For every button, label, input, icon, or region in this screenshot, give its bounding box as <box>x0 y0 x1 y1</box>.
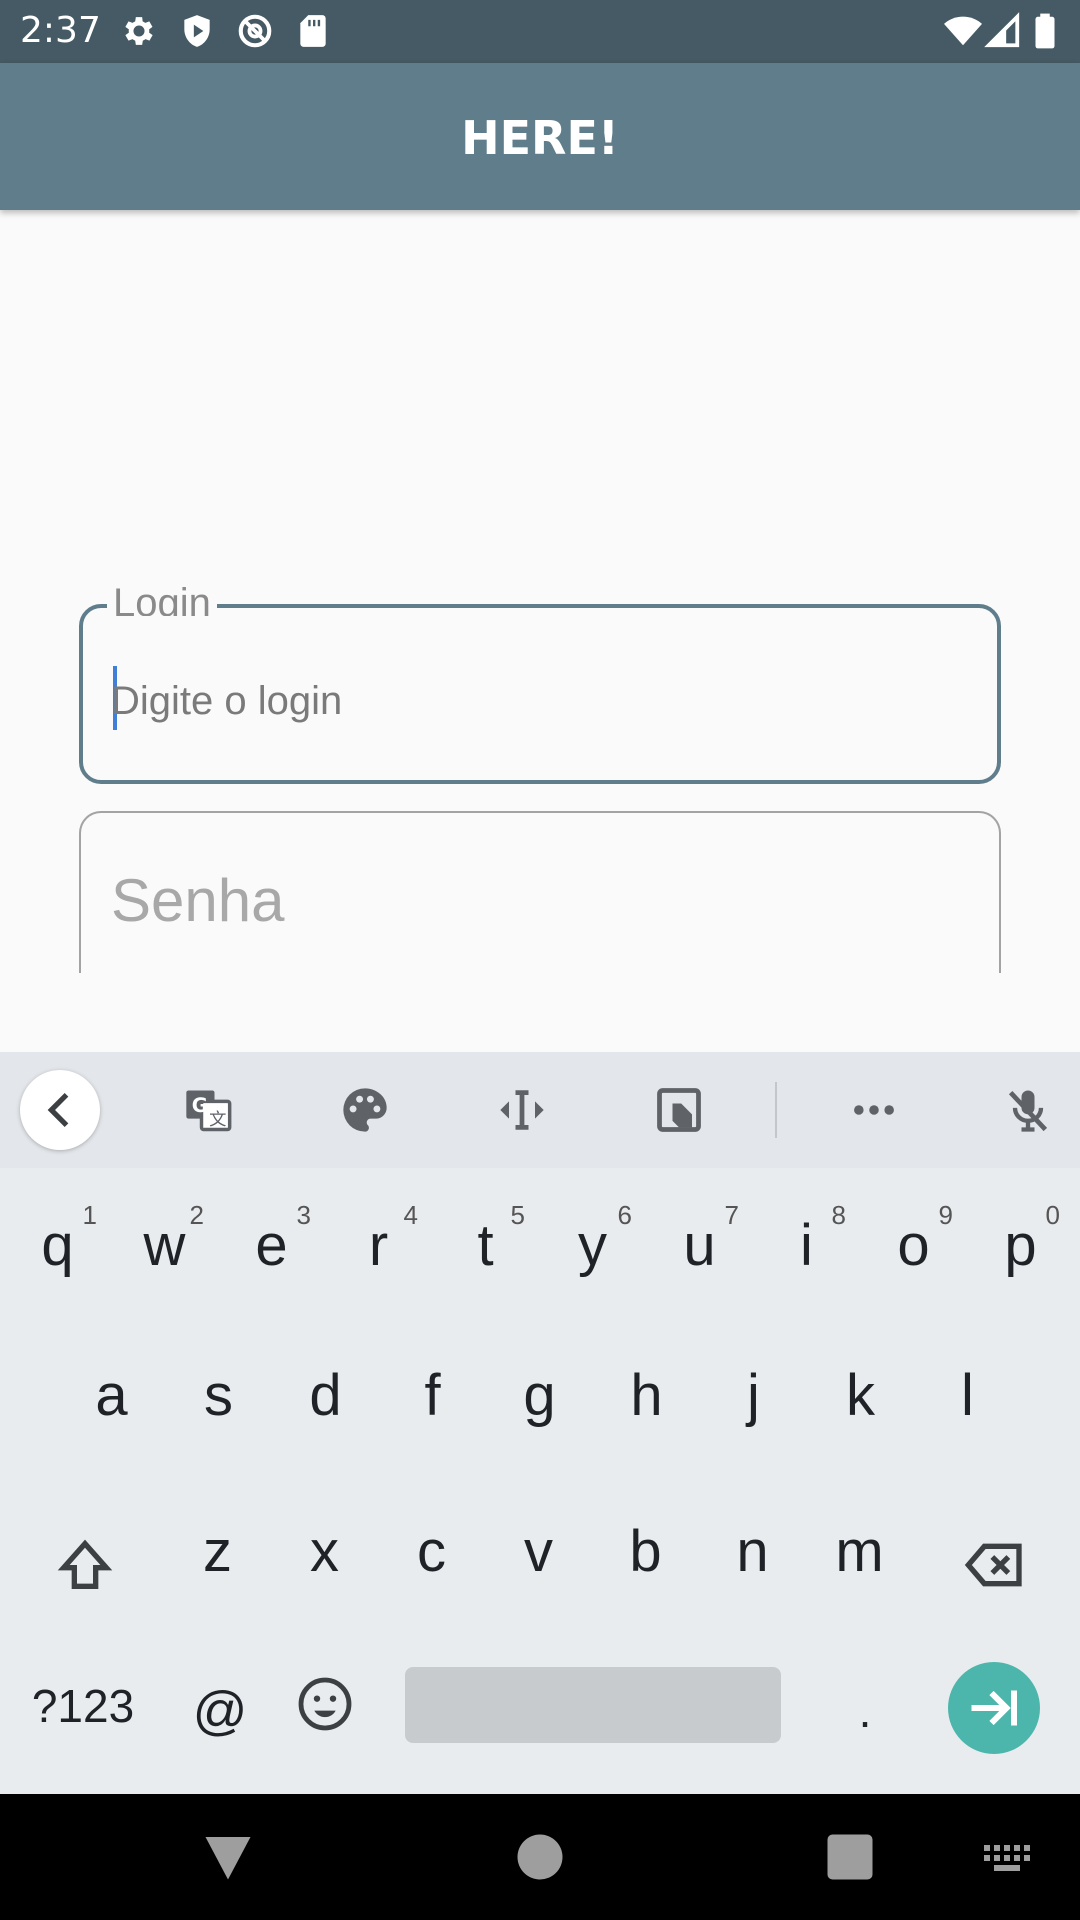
keyboard-switch-icon[interactable] <box>980 1827 1036 1887</box>
key-u[interactable]: 7u <box>646 1174 753 1314</box>
battery-icon <box>1030 12 1060 50</box>
key-n[interactable]: n <box>699 1480 806 1620</box>
key-c[interactable]: c <box>378 1480 485 1620</box>
key-label: b <box>629 1519 662 1584</box>
password-field[interactable]: Senha <box>79 811 1001 981</box>
sd-card-icon <box>294 12 332 50</box>
key-label: o <box>897 1213 930 1278</box>
gear-icon <box>120 12 158 50</box>
more-icon[interactable] <box>836 1072 912 1148</box>
key-i[interactable]: 8i <box>753 1174 860 1314</box>
toolbar-divider <box>775 1082 777 1138</box>
next-key[interactable] <box>948 1662 1040 1754</box>
key-label: p <box>1004 1213 1037 1278</box>
navigation-bar <box>0 1794 1080 1920</box>
svg-text:G: G <box>192 1094 208 1117</box>
soft-keyboard: G文 ?123 @ . 1q2w3e4r5t6y7 u 8 i 9 o 0 p … <box>0 1052 1080 1794</box>
key-label: x <box>310 1519 339 1584</box>
login-label: Login <box>107 580 217 616</box>
key-h[interactable]: h <box>593 1324 700 1464</box>
key-e[interactable]: 3e <box>218 1174 325 1314</box>
key-b[interactable]: b <box>592 1480 699 1620</box>
key-j[interactable]: j <box>700 1324 807 1464</box>
key-y[interactable]: 6y <box>539 1174 646 1314</box>
key-label: a <box>95 1363 128 1428</box>
emoji-key[interactable] <box>290 1664 360 1744</box>
recents-square-icon[interactable] <box>820 1827 880 1887</box>
text-cursor-icon[interactable] <box>484 1072 560 1148</box>
symbols-key[interactable]: ?123 <box>18 1666 148 1746</box>
key-label: d <box>309 1363 342 1428</box>
key-f[interactable]: f <box>379 1324 486 1464</box>
screenshot-icon[interactable] <box>641 1072 717 1148</box>
svg-text:文: 文 <box>209 1110 226 1130</box>
key-label: u <box>683 1213 716 1278</box>
key-x[interactable]: x <box>271 1480 378 1620</box>
login-field[interactable]: Login Digite o login <box>79 580 1001 784</box>
back-triangle-icon[interactable] <box>198 1827 258 1887</box>
key-r[interactable]: 4r <box>325 1174 432 1314</box>
mic-off-icon[interactable] <box>990 1072 1066 1148</box>
key-a[interactable]: a <box>58 1324 165 1464</box>
key-label: h <box>630 1363 663 1428</box>
palette-icon[interactable] <box>327 1072 403 1148</box>
key-label: t <box>477 1213 494 1278</box>
key-label: v <box>524 1519 553 1584</box>
key-label: z <box>203 1519 232 1584</box>
key-label: r <box>368 1213 389 1278</box>
key-label: c <box>417 1519 446 1584</box>
app-bar: HERE! <box>0 63 1080 210</box>
key-label: y <box>578 1213 607 1278</box>
key-label: l <box>961 1363 974 1428</box>
key-label: g <box>523 1363 556 1428</box>
key-m[interactable]: m <box>806 1480 913 1620</box>
key-label: i <box>800 1213 813 1278</box>
key-label: n <box>736 1519 769 1584</box>
key-label: m <box>835 1519 884 1584</box>
key-s[interactable]: s <box>165 1324 272 1464</box>
key-label: e <box>255 1213 288 1278</box>
login-placeholder: Digite o login <box>111 679 343 723</box>
keyboard-toolbar: G文 <box>0 1052 1080 1168</box>
key-o[interactable]: 9o <box>860 1174 967 1314</box>
key-label: k <box>846 1363 875 1428</box>
back-icon[interactable] <box>20 1070 100 1150</box>
at-key[interactable]: @ <box>175 1666 265 1756</box>
key-label: w <box>143 1213 186 1278</box>
key-v[interactable]: v <box>485 1480 592 1620</box>
key-label: s <box>204 1363 233 1428</box>
key-l[interactable]: l <box>914 1324 1021 1464</box>
signal-icon <box>984 12 1022 50</box>
app-title: HERE! <box>461 111 619 165</box>
backspace-key[interactable] <box>950 1520 1040 1610</box>
key-label: j <box>747 1363 760 1428</box>
at-sign-icon <box>236 12 274 50</box>
status-bar: 2:37 <box>0 0 1080 63</box>
key-z[interactable]: z <box>164 1480 271 1620</box>
key-t[interactable]: 5t <box>432 1174 539 1314</box>
key-k[interactable]: k <box>807 1324 914 1464</box>
shield-icon <box>178 12 216 50</box>
period-key[interactable]: . <box>820 1666 910 1756</box>
key-d[interactable]: d <box>272 1324 379 1464</box>
shift-key[interactable] <box>40 1520 130 1610</box>
status-time: 2:37 <box>20 10 101 51</box>
key-p[interactable]: 0p <box>967 1174 1074 1314</box>
scroll-clip <box>0 973 1080 1053</box>
key-q[interactable]: 1q <box>4 1174 111 1314</box>
key-label: q <box>41 1213 74 1278</box>
password-placeholder: Senha <box>111 867 285 934</box>
key-label: f <box>424 1363 441 1428</box>
wifi-icon <box>944 12 982 50</box>
space-key[interactable] <box>405 1667 781 1743</box>
key-w[interactable]: 2w <box>111 1174 218 1314</box>
home-circle-icon[interactable] <box>510 1827 570 1887</box>
translate-icon[interactable]: G文 <box>170 1072 246 1148</box>
key-g[interactable]: g <box>486 1324 593 1464</box>
